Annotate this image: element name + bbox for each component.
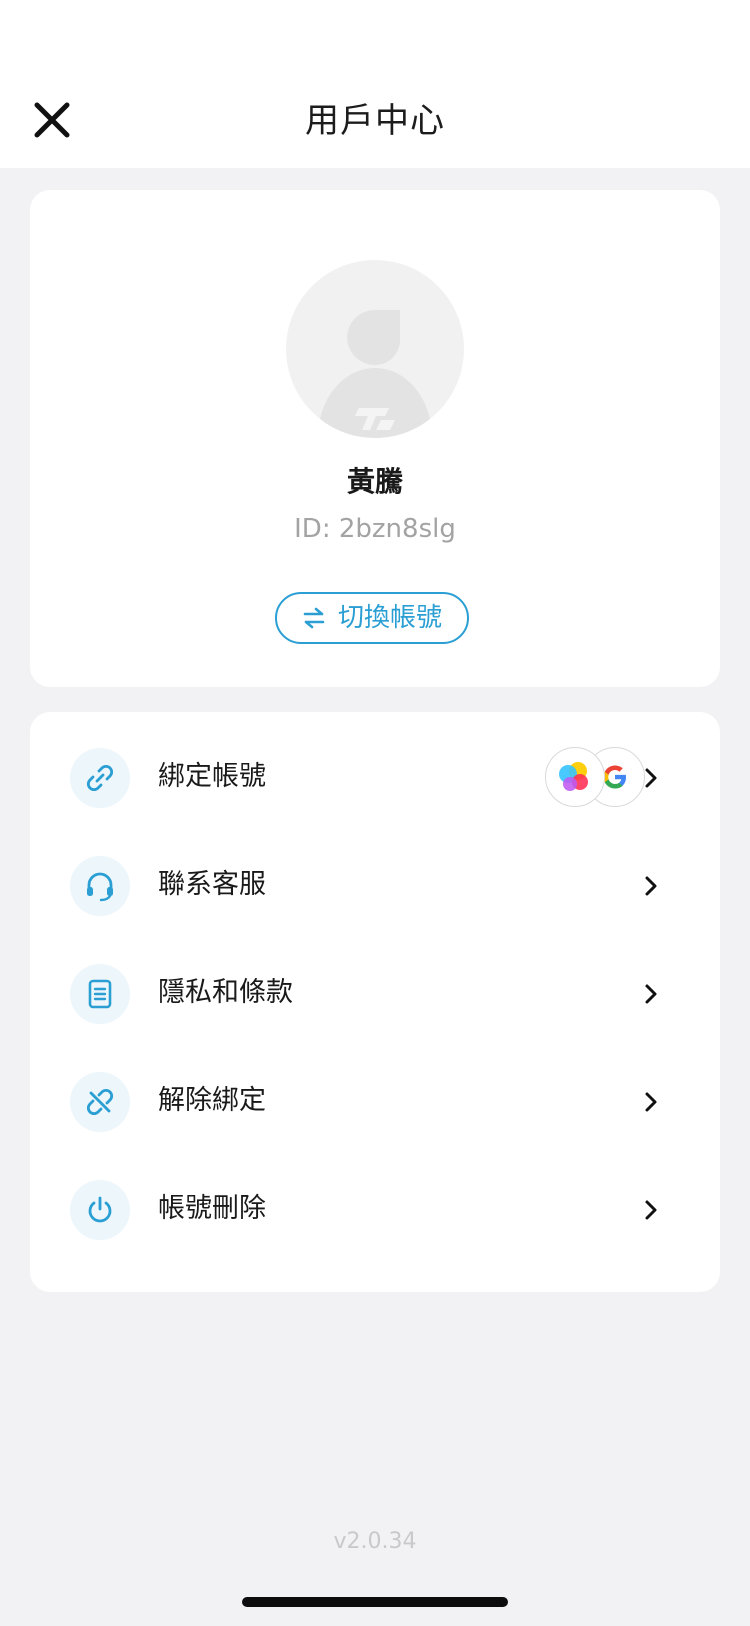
page-title: 用戶中心 bbox=[305, 101, 445, 141]
top-bar: 用戶中心 bbox=[0, 0, 750, 168]
chevron-right-icon bbox=[645, 984, 657, 1004]
menu-label: 帳號刪除 bbox=[158, 1193, 266, 1224]
game-center-badge bbox=[545, 747, 605, 807]
menu-item-contact-support[interactable]: 聯系客服 bbox=[30, 835, 720, 935]
menu-icon-container bbox=[70, 1180, 130, 1240]
headset-icon bbox=[87, 872, 113, 902]
chevron-right-icon bbox=[645, 876, 657, 896]
home-indicator bbox=[242, 1597, 508, 1607]
unlink-icon bbox=[86, 1088, 114, 1116]
default-avatar-icon bbox=[318, 310, 432, 438]
profile-card: 黃騰 ID: 2bzn8slg 切換帳號 bbox=[30, 190, 720, 687]
game-center-icon bbox=[559, 762, 588, 791]
menu-item-unbind[interactable]: 解除綁定 bbox=[30, 1051, 720, 1151]
document-icon bbox=[88, 979, 112, 1009]
chevron-right-icon bbox=[645, 1200, 657, 1220]
bound-accounts bbox=[545, 747, 645, 809]
power-icon bbox=[88, 1196, 112, 1223]
menu-label: 隱私和條款 bbox=[158, 977, 293, 1008]
chevron-right-icon bbox=[645, 1092, 657, 1112]
user-name: 黃騰 bbox=[346, 465, 403, 498]
menu-label: 綁定帳號 bbox=[158, 761, 266, 792]
link-icon bbox=[86, 764, 114, 792]
switch-account-label: 切換帳號 bbox=[337, 603, 442, 633]
menu-label: 聯系客服 bbox=[158, 869, 266, 900]
menu-icon-container bbox=[70, 856, 130, 916]
switch-account-button[interactable]: 切換帳號 bbox=[275, 592, 469, 644]
menu-item-privacy-terms[interactable]: 隱私和條款 bbox=[30, 943, 720, 1043]
menu-icon-container bbox=[70, 964, 130, 1024]
swap-arrows-icon bbox=[303, 607, 325, 629]
menu-card: 綁定帳號 聯系客服 隱私和條款 解除綁定 帳號刪除 bbox=[30, 712, 720, 1292]
app-version: v2.0.34 bbox=[333, 1529, 417, 1554]
chevron-right-icon bbox=[645, 768, 657, 788]
menu-label: 解除綁定 bbox=[158, 1085, 266, 1116]
menu-icon-container bbox=[70, 748, 130, 808]
menu-icon-container bbox=[70, 1072, 130, 1132]
avatar bbox=[286, 260, 464, 438]
user-id: ID: 2bzn8slg bbox=[294, 514, 456, 544]
menu-item-delete-account[interactable]: 帳號刪除 bbox=[30, 1159, 720, 1259]
menu-item-bind-account[interactable]: 綁定帳號 bbox=[30, 727, 720, 827]
